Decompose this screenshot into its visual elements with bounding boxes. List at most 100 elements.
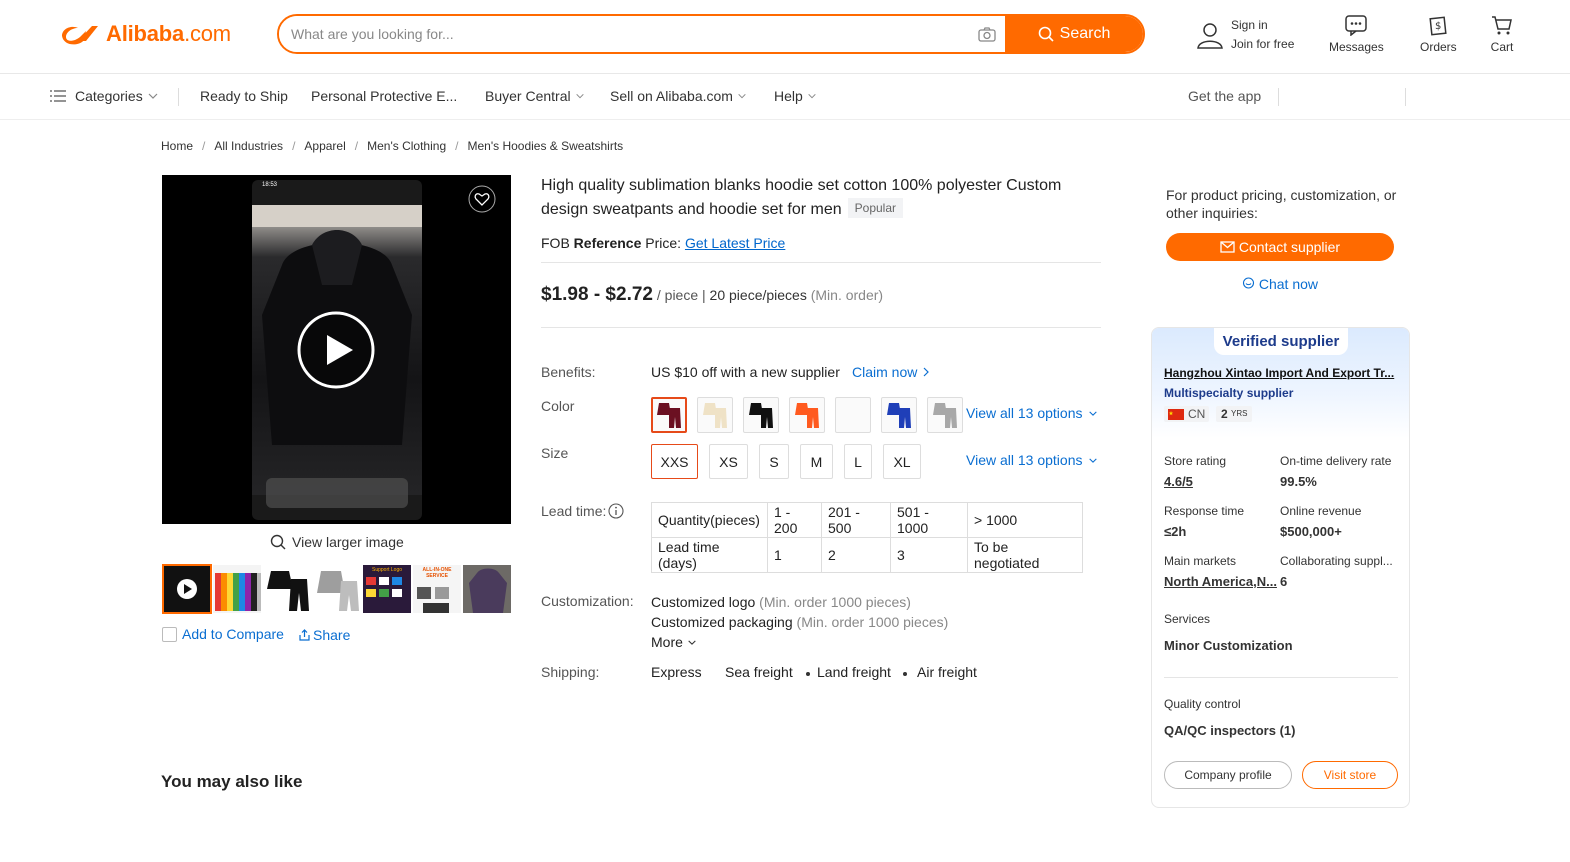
breadcrumb-apparel[interactable]: Apparel [304,139,345,153]
chat-now-link[interactable]: Chat now [1166,276,1394,292]
size-option-xxs[interactable]: XXS [651,444,698,479]
shipping-land: Land freight [817,664,891,680]
search-button[interactable]: Search [1005,16,1143,52]
supplier-card: Verified supplier Hangzhou Xintao Import… [1151,327,1410,808]
thumbnail-image[interactable] [462,564,512,614]
breadcrumb-mens-hoodies[interactable]: Men's Hoodies & Sweatshirts [467,139,623,153]
nav-ppe[interactable]: Personal Protective E... [311,88,457,104]
color-swatch[interactable] [881,397,917,433]
join-free-link[interactable]: Join for free [1231,35,1294,54]
sign-in-area[interactable]: Sign in Join for free [1195,16,1294,54]
nav-categories[interactable]: Categories [50,88,159,104]
sign-in-link[interactable]: Sign in [1231,16,1294,35]
size-option-s[interactable]: S [759,444,789,479]
view-all-colors-label: View all 13 options [966,405,1083,421]
color-swatch[interactable] [927,397,963,433]
size-option-xl[interactable]: XL [883,444,921,479]
divider [541,262,1101,263]
size-option-xs[interactable]: XS [709,444,748,479]
custom-packaging-note: (Min. order 1000 pieces) [796,614,949,630]
logo-text: Alibaba.com [106,21,231,46]
quality-control-value: QA/QC inspectors (1) [1164,723,1296,738]
thumbnail-image[interactable] [262,564,312,614]
bullet-dot [806,672,810,676]
table-cell: Lead time (days) [651,537,768,573]
services-value: Minor Customization [1164,638,1293,653]
chat-now-label: Chat now [1258,276,1319,292]
table-cell: Quantity(pieces) [651,502,768,538]
company-profile-button[interactable]: Company profile [1164,761,1292,789]
search-input[interactable] [279,16,969,52]
view-larger-image[interactable]: View larger image [270,534,404,550]
breadcrumb-all-industries[interactable]: All Industries [214,139,283,153]
size-option-m[interactable]: M [800,444,833,479]
fob-prefix: FOB [541,235,570,251]
view-all-sizes[interactable]: View all 13 options [966,452,1098,468]
supplier-country: CN [1164,406,1210,422]
contact-supplier-button[interactable]: Contact supplier [1166,233,1394,261]
main-markets-value[interactable]: North America,N... [1164,574,1277,589]
color-swatch[interactable] [697,397,733,433]
add-to-compare[interactable]: Add to Compare [162,626,284,642]
visit-store-button[interactable]: Visit store [1302,761,1398,789]
table-cell: > 1000 [967,502,1083,538]
orders-button[interactable]: $ Orders [1420,14,1457,54]
share-button[interactable]: Share [298,627,350,643]
color-swatch[interactable] [651,397,687,433]
orders-icon: $ [1429,16,1447,36]
nav-ready-to-ship[interactable]: Ready to Ship [200,88,288,104]
breadcrumb-mens-clothing[interactable]: Men's Clothing [367,139,446,153]
supplier-name-link[interactable]: Hangzhou Xintao Import And Export Tr... [1164,366,1394,380]
price-unit: / piece | [656,287,706,303]
info-icon[interactable] [608,503,624,519]
main-markets-label: Main markets [1164,554,1237,568]
thumbnail-image[interactable]: ALL-IN-ONE SERVICE [412,564,462,614]
nav-sell[interactable]: Sell on Alibaba.com [610,88,747,104]
thumbnail-video[interactable] [162,564,212,614]
lead-time-label: Lead time: [541,503,624,519]
inquiry-text: For product pricing, customization, or o… [1166,187,1397,221]
cart-button[interactable]: Cart [1490,14,1514,54]
messages-button[interactable]: Messages [1329,14,1384,54]
claim-now-link[interactable]: Claim now [852,364,930,380]
get-latest-price-link[interactable]: Get Latest Price [685,235,785,251]
video-controls [266,478,408,508]
color-swatch[interactable] [743,397,779,433]
tracksuit-icon [657,403,681,428]
size-option-l[interactable]: L [844,444,872,479]
view-larger-label: View larger image [292,534,404,550]
custom-logo: Customized logo [651,594,756,610]
compare-checkbox[interactable] [162,626,177,642]
camera-icon[interactable] [969,16,1005,52]
verified-supplier-badge: Verified supplier [1214,328,1348,355]
view-all-colors[interactable]: View all 13 options [966,405,1098,421]
more-customization[interactable]: More [651,634,697,650]
response-time-value: ≤2h [1164,524,1187,539]
custom-logo-note: (Min. order 1000 pieces) [759,594,911,610]
chevron-down-icon [575,93,584,99]
cart-icon [1492,16,1512,35]
collaborating-suppliers-value: 6 [1280,574,1288,589]
store-rating-value[interactable]: 4.6/5 [1164,474,1193,489]
thumbnail-image[interactable]: Support Logo [362,564,412,614]
chevron-down-icon [148,93,158,99]
nav-divider [1405,88,1406,106]
nav-get-app[interactable]: Get the app [1188,88,1261,104]
breadcrumb-separator: / [292,139,296,153]
color-swatch[interactable] [835,397,871,433]
breadcrumb-home[interactable]: Home [161,139,193,153]
favorite-heart-icon[interactable] [468,185,496,213]
menu-icon [50,90,66,102]
table-cell: 1 - 200 [767,502,822,538]
nav-help[interactable]: Help [774,88,817,104]
nav-ready-to-ship-label: Ready to Ship [200,88,288,104]
min-order-quantity: 20 piece/pieces [709,287,807,303]
thumbnail-image[interactable] [312,564,362,614]
nav-buyer-central[interactable]: Buyer Central [485,88,585,104]
play-icon[interactable] [296,310,376,390]
alibaba-logo[interactable]: Alibaba.com [56,20,231,48]
product-video[interactable]: 18:53 [162,175,511,524]
nav-divider [178,88,179,106]
color-swatch[interactable] [789,397,825,433]
thumbnail-image[interactable] [212,564,262,614]
